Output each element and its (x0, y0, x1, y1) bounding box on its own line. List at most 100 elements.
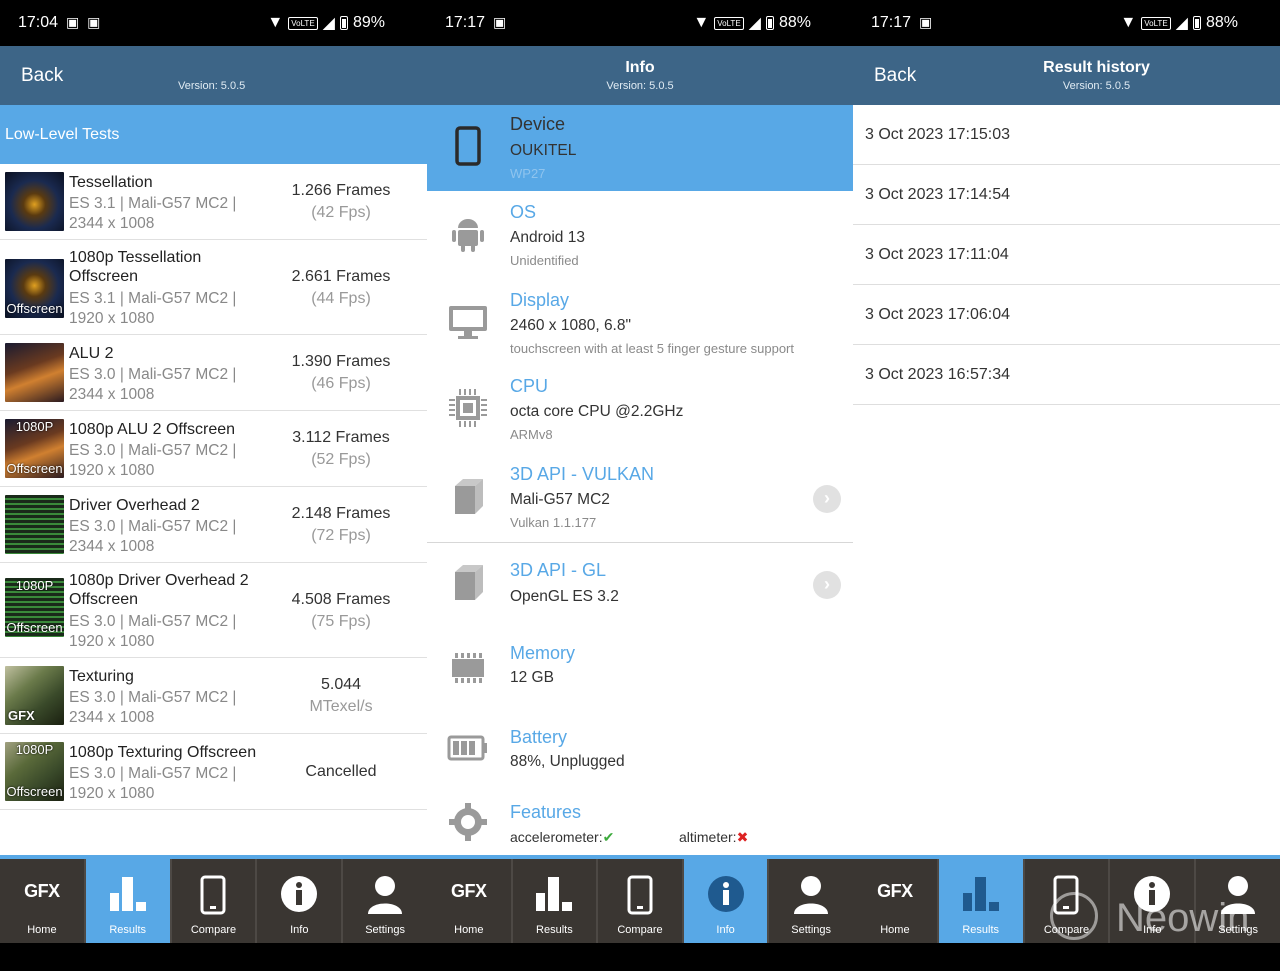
result-fps: (42 Fps) (311, 204, 371, 221)
info-row-battery[interactable]: Battery 88%, Unplugged (427, 711, 853, 787)
info-row-memory[interactable]: Memory 12 GB (427, 627, 853, 711)
test-thumbnail: 1080P Offscreen (5, 419, 64, 478)
history-item[interactable]: 3 Oct 2023 16:57:34 (853, 345, 1280, 405)
tab-results[interactable]: Results (938, 859, 1025, 943)
info-title: 3D API - GL (510, 560, 607, 580)
bar-chart-icon (536, 877, 573, 911)
info-title: CPU (510, 376, 549, 396)
test-result: 4.508 Frames (75 Fps) (276, 589, 406, 633)
tab-results[interactable]: Results (513, 859, 599, 943)
bar-chart-icon (109, 877, 146, 911)
history-item[interactable]: 3 Oct 2023 17:15:03 (853, 105, 1280, 165)
tab-info[interactable]: Info (257, 859, 344, 943)
resolution-label: 1080P (15, 742, 54, 757)
app-bar: Back Version: 5.0.5 (0, 46, 427, 105)
feature-accelerometer: accelerometer:✔ (510, 829, 615, 845)
info-title: Display (510, 290, 570, 310)
user-icon (794, 876, 829, 914)
tab-settings[interactable]: Settings (343, 859, 427, 943)
test-row[interactable]: Offscreen 1080p Tessellation Offscreen E… (0, 240, 427, 335)
info-row-vulkan[interactable]: 3D API - VULKAN Mali-G57 MC2 Vulkan 1.1.… (427, 454, 853, 542)
tab-label: Settings (791, 924, 832, 936)
info-value: Mali-G57 MC2 (510, 491, 610, 508)
history-item[interactable]: 3 Oct 2023 17:11:04 (853, 225, 1280, 285)
battery-icon (447, 735, 487, 761)
history-item[interactable]: 3 Oct 2023 17:14:54 (853, 165, 1280, 225)
test-row[interactable]: 1080P Offscreen 1080p ALU 2 Offscreen ES… (0, 411, 427, 487)
history-item[interactable]: 3 Oct 2023 17:06:04 (853, 285, 1280, 345)
test-resolution: 2344 x 1008 (69, 215, 155, 232)
test-api: ES 3.0 | Mali-G57 MC2 | (69, 442, 237, 459)
tab-home[interactable]: GFX Home (853, 859, 939, 943)
test-row[interactable]: Tessellation ES 3.1 | Mali-G57 MC2 | 234… (0, 164, 427, 240)
test-row[interactable]: GFX Texturing ES 3.0 | Mali-G57 MC2 | 23… (0, 658, 427, 734)
test-result: 1.266 Frames (42 Fps) (276, 180, 406, 224)
tab-label: Info (716, 924, 735, 936)
test-name: 1080p Driver Overhead 2 (69, 572, 249, 589)
neowin-watermark: Neowin (1050, 888, 1270, 948)
status-right: ▼ VoLTE ◢ 89% (267, 13, 385, 33)
test-result: 1.390 Frames (46 Fps) (276, 351, 406, 395)
test-resolution: 1920 x 1080 (69, 310, 155, 327)
info-title: Device (510, 114, 566, 134)
offscreen-label: Offscreen (6, 620, 63, 635)
info-subvalue: touchscreen with at least 5 finger gestu… (510, 341, 794, 356)
info-row-display[interactable]: Display 2460 x 1080, 6.8" touchscreen wi… (427, 279, 853, 366)
gfx-logo-icon: GFX (451, 881, 487, 901)
test-name: Driver Overhead 2 (69, 497, 200, 514)
test-result: 5.044 MTexel/s (276, 674, 406, 718)
offscreen-label: Offscreen (6, 301, 63, 316)
signal-icon: ◢ (1175, 15, 1188, 32)
tab-info[interactable]: Info (683, 859, 770, 943)
watermark-text: Neowin (1116, 896, 1250, 940)
status-bar: 17:17 ▣ ▼ VoLTE ◢ 88% (853, 0, 1280, 46)
tab-compare[interactable]: Compare (598, 859, 684, 943)
test-api: ES 3.0 | Mali-G57 MC2 | (69, 765, 237, 782)
volte-icon: VoLTE (714, 16, 744, 30)
tab-home[interactable]: GFX Home (427, 859, 513, 943)
tab-home[interactable]: GFX Home (0, 859, 86, 943)
test-api: ES 3.1 | Mali-G57 MC2 | (69, 195, 237, 212)
tab-results[interactable]: Results (85, 859, 172, 943)
page-title: Result history (1043, 59, 1150, 76)
version-label: Version: 5.0.5 (606, 80, 674, 92)
battery-icon (765, 16, 774, 30)
info-list: Device OUKITEL WP27 OS Android 13 Uniden… (427, 105, 853, 857)
test-name: ALU 2 (69, 345, 114, 362)
tab-compare[interactable]: Compare (172, 859, 258, 943)
signal-icon: ◢ (748, 15, 761, 32)
info-title: OS (510, 202, 537, 222)
info-row-device[interactable]: Device OUKITEL WP27 (427, 105, 853, 191)
test-row[interactable]: Driver Overhead 2 ES 3.0 | Mali-G57 MC2 … (0, 487, 427, 563)
result-frames: 1.266 Frames (291, 182, 391, 199)
result-fps: (72 Fps) (311, 527, 371, 544)
test-row[interactable]: 1080P Offscreen 1080p Texturing Offscree… (0, 734, 427, 810)
tab-label: Results (109, 924, 147, 936)
test-result: 2.661 Frames (44 Fps) (276, 266, 406, 310)
test-row[interactable]: 1080P Offscreen 1080p Driver Overhead 2 … (0, 563, 427, 658)
test-name-line2: Offscreen (69, 268, 139, 285)
volte-icon: VoLTE (288, 16, 318, 30)
info-value: OUKITEL (510, 142, 577, 159)
test-result: 3.112 Frames (52 Fps) (276, 427, 406, 471)
history-screen: 17:17 ▣ ▼ VoLTE ◢ 88% Back Result histor… (853, 0, 1280, 971)
tab-settings[interactable]: Settings (769, 859, 853, 943)
test-row[interactable]: ALU 2 ES 3.0 | Mali-G57 MC2 | 2344 x 100… (0, 335, 427, 411)
info-row-os[interactable]: OS Android 13 Unidentified (427, 191, 853, 279)
test-name: Texturing (69, 668, 134, 685)
info-row-features[interactable]: Features accelerometer:✔ altimeter:✖ (427, 787, 853, 857)
resolution-label: 1080P (15, 419, 54, 434)
app-bar: Info Version: 5.0.5 (427, 46, 853, 105)
status-time: 17:17 (871, 14, 912, 31)
chevron-right-icon[interactable]: › (813, 571, 841, 599)
info-row-gl[interactable]: 3D API - GL OpenGL ES 3.2 › (427, 543, 853, 627)
info-row-cpu[interactable]: CPU octa core CPU @2.2GHz ARMv8 (427, 366, 853, 454)
gfx-logo-icon: GFX (877, 881, 913, 901)
info-title: 3D API - VULKAN (510, 464, 655, 484)
gear-icon (449, 803, 487, 841)
test-result: Cancelled (276, 761, 406, 783)
chevron-right-icon[interactable]: › (813, 485, 841, 513)
android-icon (452, 219, 484, 252)
test-thumbnail: 1080P Offscreen (5, 578, 64, 637)
back-button[interactable]: Back (874, 65, 916, 87)
